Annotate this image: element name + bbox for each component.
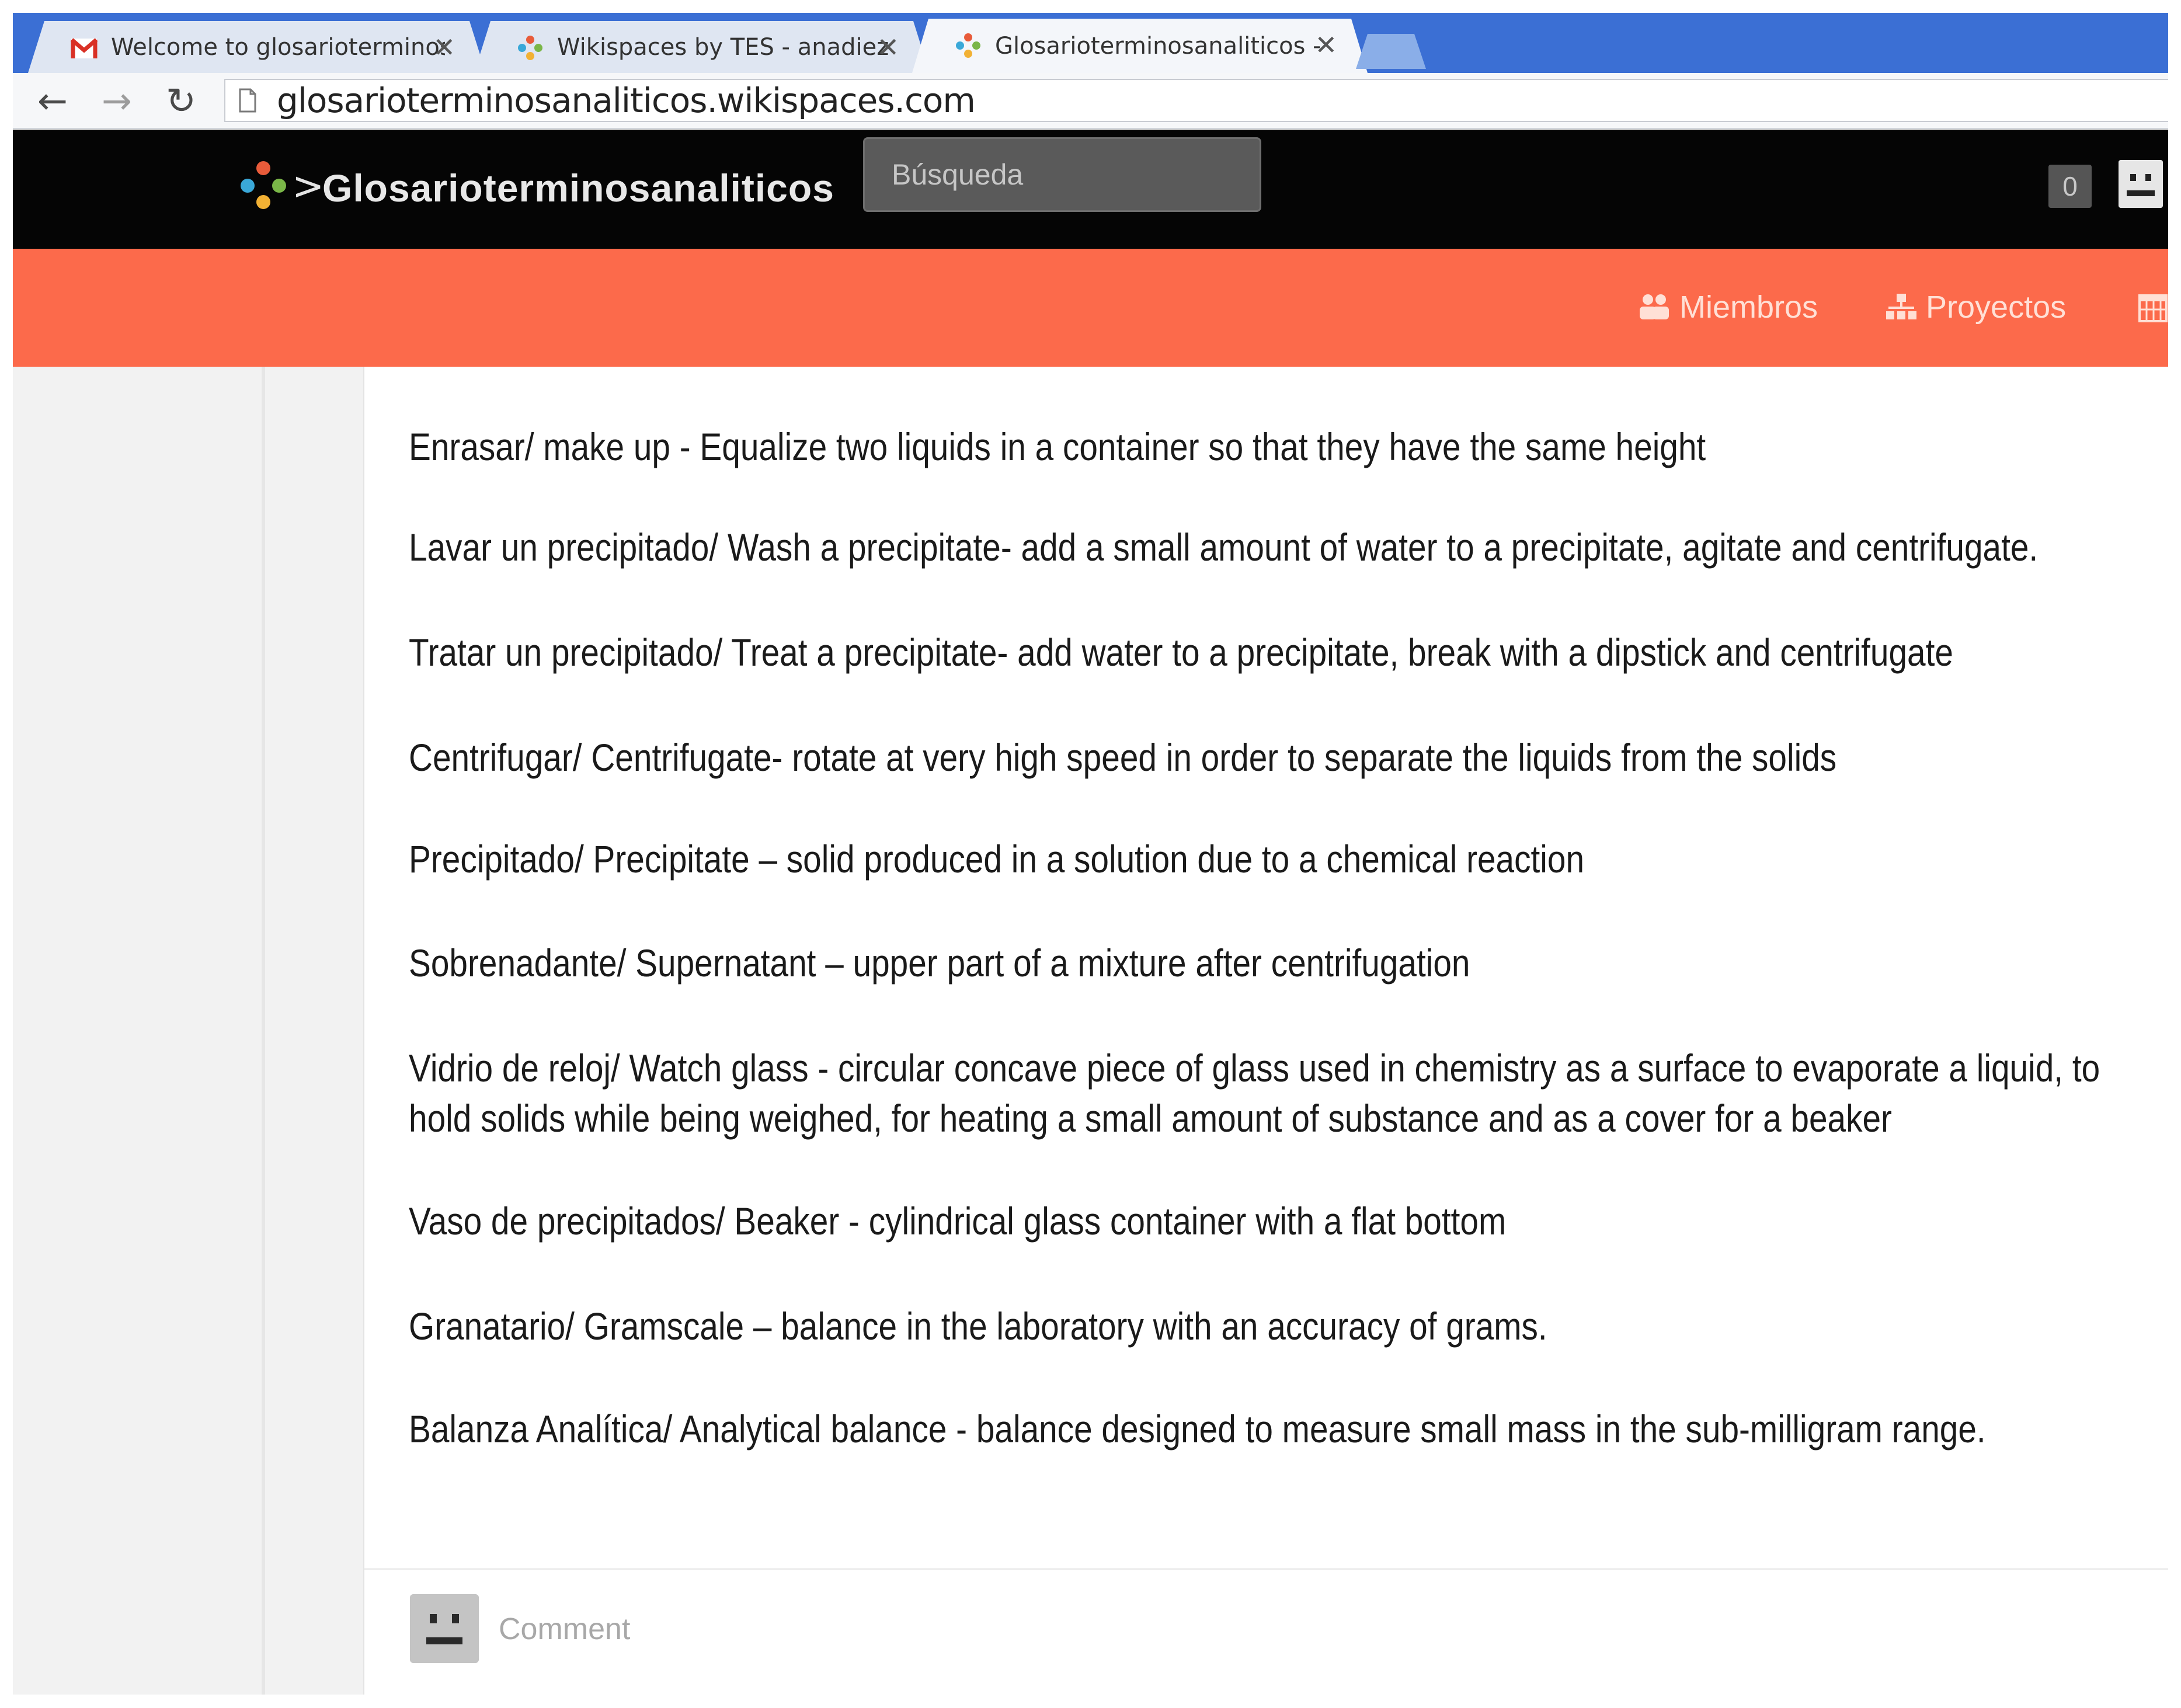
comment-input[interactable] [499, 1601, 1783, 1657]
browser-window: Welcome to glosarioterminos ✕ Wikispaces… [13, 13, 2168, 1695]
glossary-entry: Vaso de precipitados/ Beaker - cylindric… [409, 1199, 1507, 1243]
glossary-entry: Centrifugar/ Centrifugate- rotate at ver… [409, 736, 1837, 779]
comment-divider [363, 1568, 2168, 1570]
breadcrumb-separator: > [292, 164, 325, 208]
tab-strip: Welcome to glosarioterminos ✕ Wikispaces… [13, 13, 2168, 73]
new-tab-button[interactable] [1356, 34, 1426, 69]
address-bar[interactable]: glosarioterminosanaliticos.wikispaces.co… [224, 79, 2168, 122]
glossary-entry: Sobrenadante/ Supernatant – upper part o… [409, 941, 1470, 985]
tab-title: Glosarioterminosanaliticos - F [995, 32, 1327, 60]
gmail-icon [70, 35, 98, 61]
projects-icon [1886, 294, 1916, 319]
tab-title: Wikispaces by TES - anadiez [557, 33, 889, 61]
glossary-entry: Enrasar/ make up - Equalize two liquids … [409, 425, 1706, 468]
tab-title: Welcome to glosarioterminos [111, 33, 445, 61]
search-input[interactable] [863, 137, 1261, 212]
left-sidebar [13, 367, 265, 1695]
close-tab-icon[interactable]: ✕ [876, 33, 899, 62]
tab-wikispaces[interactable]: Wikispaces by TES - anadiez ✕ [474, 21, 930, 73]
glossary-entry: Precipitado/ Precipitate – solid produce… [409, 837, 1585, 881]
reload-button[interactable]: ↻ [158, 80, 204, 122]
wikispaces-icon [516, 35, 544, 61]
close-tab-icon[interactable]: ✕ [433, 33, 455, 62]
user-avatar-icon[interactable] [2119, 160, 2163, 208]
nav-projects-label: Proyectos [1926, 290, 2067, 325]
calendar-icon[interactable] [2138, 292, 2168, 322]
close-tab-icon[interactable]: ✕ [1314, 30, 1337, 60]
glossary-entry: Lavar un precipitado/ Wash a precipitate… [409, 526, 2039, 569]
glossary-entry: Tratar un precipitado/ Treat a precipita… [409, 631, 1953, 674]
notification-count[interactable]: 0 [2048, 165, 2092, 208]
site-nav: Miembros Proyectos [13, 249, 2168, 367]
commenter-avatar-icon [410, 1594, 479, 1663]
nav-projects[interactable]: Proyectos [1885, 284, 2066, 331]
members-icon [1640, 294, 1669, 319]
site-title-link[interactable]: Glosarioterminosanaliticos [322, 166, 834, 210]
tab-glosario[interactable]: Glosarioterminosanaliticos - F ✕ [912, 19, 1368, 73]
forward-button[interactable]: → [93, 80, 140, 122]
browser-toolbar: ← → ↻ glosarioterminosanaliticos.wikispa… [13, 73, 2168, 129]
url-text: glosarioterminosanaliticos.wikispaces.co… [277, 81, 976, 120]
site-header: > Glosarioterminosanaliticos 0 [13, 130, 2168, 249]
glossary-entry: Balanza Analítica/ Analytical balance - … [409, 1407, 1986, 1450]
wikispaces-icon [954, 33, 982, 58]
nav-members[interactable]: Miembros [1637, 284, 1818, 331]
nav-members-label: Miembros [1679, 290, 1818, 325]
wikispaces-logo-icon[interactable] [239, 160, 287, 210]
page-icon [239, 88, 256, 113]
back-button[interactable]: ← [29, 80, 76, 122]
glossary-entry: Vidrio de reloj/ Watch glass - circular … [409, 1046, 2100, 1140]
tab-gmail[interactable]: Welcome to glosarioterminos ✕ [28, 21, 486, 73]
glossary-entry: Granatario/ Gramscale – balance in the l… [409, 1305, 1547, 1348]
